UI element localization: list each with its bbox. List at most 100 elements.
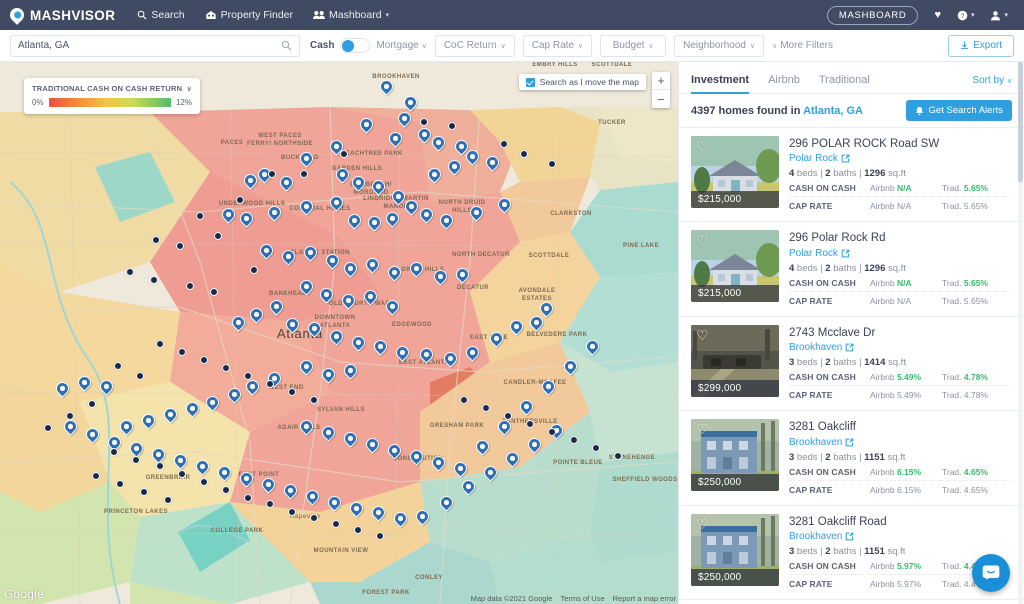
search-icon [138,10,147,20]
property-specs: 3 beds | 2 baths | 1151 sq.ft [789,451,906,463]
search-input[interactable] [18,40,281,51]
report-map-error-link[interactable]: Report a map error [613,594,676,603]
property-card[interactable]: ♡ $250,000 3281 Oakcliff Road Brookhaven 3 … [679,505,1024,600]
heart-icon: ♥ [934,9,941,21]
cap-rate-airbnb: Airbnb N/A [870,201,912,212]
nav-item-mashboard[interactable]: Mashboard ▾ [313,9,389,21]
chevron-down-icon: ▾ [970,12,975,19]
cash-on-cash-label: CASH ON CASH [789,372,856,383]
cap-rate-label: CAP RATE [789,484,833,495]
filter-neighborhood[interactable]: Neighborhood ∨ [674,34,765,57]
property-address[interactable]: 296 POLAR ROCK Road SW [789,137,1012,151]
cash-on-cash-traditional: Trad. 5.65% [942,277,988,288]
favorite-heart-icon[interactable]: ♡ [696,139,709,153]
property-info: 3281 Oakcliff Brookhaven 3 beds | 2 baths… [789,419,1012,497]
scrollbar-thumb[interactable] [1018,62,1023,182]
cash-on-cash-row: CASH ON CASH Airbnb 6.15% Trad. 4.65% [789,463,1012,481]
results-count-text: 4397 homes found in [691,104,801,117]
brand-logo[interactable]: MASHVISOR [7,4,116,25]
search-icon[interactable] [281,40,292,51]
results-scrollbar[interactable] [1018,62,1023,604]
map-canvas[interactable]: Atlanta Embry Hills Scottdale Brookhaven Tuc… [0,62,678,604]
map-base-layer [0,62,678,604]
help-menu[interactable]: ? ▾ [957,10,975,21]
results-location[interactable]: Atlanta, GA [803,105,863,117]
more-filters-label: More Filters [780,40,834,51]
tab-airbnb[interactable]: Airbnb [768,74,810,93]
property-address[interactable]: 3281 Oakcliff Road [789,515,1012,529]
property-neighborhood[interactable]: Polar Rock [789,248,1012,259]
cash-on-cash-airbnb: Airbnb 5.49% [870,372,922,383]
favorite-heart-icon[interactable]: ♡ [696,328,709,342]
nav-item-mashboard-label: Mashboard [329,9,382,21]
legend-gradient-bar [48,98,171,107]
cap-rate-row: CAP RATE Airbnb 6.15% Trad. 4.65% [789,481,1012,498]
property-card[interactable]: ♡ $250,000 3281 Oakcliff Brookhaven 3 beds … [679,411,1024,506]
zoom-in-button[interactable]: + [652,72,670,90]
tab-investment[interactable]: Investment [691,74,759,94]
nav-item-property-finder[interactable]: Property Finder [205,9,293,21]
property-thumbnail[interactable]: ♡ $250,000 [691,513,779,586]
property-neighborhood[interactable]: Polar Rock [789,153,1012,164]
property-card[interactable]: ♡3700 Austin WoodsKings Forest 4 beds | … [679,599,1024,604]
favorite-heart-icon[interactable]: ♡ [696,233,709,247]
toggle-knob [342,39,355,52]
property-neighborhood[interactable]: Brookhaven [789,531,1012,542]
chevron-down-icon: ▾ [1004,12,1008,19]
sort-by-dropdown[interactable]: Sort by ∨ [972,75,1012,93]
more-filters-button[interactable]: ∨ More Filters [772,40,833,51]
cash-on-cash-airbnb: Airbnb 5.97% [870,560,922,571]
chevron-down-icon[interactable]: ∨ [187,85,192,93]
property-card[interactable]: ♡ $215,000 296 Polar Rock Rd Polar Rock 4 b… [679,222,1024,317]
property-thumbnail[interactable]: ♡ $215,000 [691,230,779,303]
favorites-heart-icon[interactable]: ♥ [934,9,941,21]
property-thumbnail[interactable]: ♡ $299,000 [691,324,779,397]
terms-of-use-link[interactable]: Terms of Use [560,594,604,603]
nav-item-search[interactable]: Search [137,9,185,21]
property-thumbnail[interactable]: ♡ $215,000 [691,136,779,208]
map-legend[interactable]: TRADITIONAL CASH ON CASH RETURN ∨ 0% 12% [24,78,200,114]
chat-widget-button[interactable] [972,554,1010,592]
bell-icon [915,106,923,115]
cash-toggle[interactable] [340,38,371,53]
sort-by-label: Sort by [972,75,1005,86]
cash-on-cash-row: CASH ON CASH Airbnb N/A Trad. 5.65% [789,274,1012,292]
property-neighborhood[interactable]: Brookhaven [789,342,1012,353]
map-zoom-controls[interactable]: + − [652,72,670,108]
tab-traditional[interactable]: Traditional [819,74,880,93]
brand-name: MASHVISOR [30,7,116,23]
filter-cap-rate[interactable]: Cap Rate ∨ [522,34,593,57]
property-address[interactable]: 2743 Mcclave Dr [789,326,1012,340]
mashboard-icon [313,11,326,19]
property-card[interactable]: ♡ $299,000 2743 Mcclave Dr Brookhaven 3 bed… [679,316,1024,412]
download-icon [961,41,969,49]
property-thumbnail[interactable]: ♡ $250,000 [691,419,779,492]
cap-rate-airbnb: Airbnb 6.15% [870,484,922,495]
property-address[interactable]: 3281 Oakcliff [789,420,1012,434]
property-neighborhood[interactable]: Brookhaven [789,437,1012,448]
results-panel: Investment Airbnb Traditional Sort by ∨ … [678,62,1024,604]
filter-coc-return[interactable]: CoC Return ∨ [434,34,515,57]
cash-on-cash-row: CASH ON CASH Airbnb N/A Trad. 5.65% [789,179,1012,198]
zoom-out-button[interactable]: − [652,90,670,108]
favorite-heart-icon[interactable]: ♡ [696,422,709,436]
property-card[interactable]: ♡ $215,000 296 POLAR ROCK Road SW Polar Roc… [679,128,1024,223]
mortgage-dropdown[interactable]: Mortgage ∨ [376,40,426,51]
favorite-heart-icon[interactable]: ♡ [696,517,709,531]
cash-on-cash-label: CASH ON CASH [789,560,856,571]
cash-label: Cash [310,40,335,51]
map-data-credit: Map data ©2021 Google [470,594,553,603]
get-search-alerts-button[interactable]: Get Search Alerts [905,100,1012,121]
property-cards-list[interactable]: ♡ $215,000 296 POLAR ROCK Road SW Polar Roc… [679,128,1024,604]
location-search-box[interactable] [10,34,300,57]
app-root: MASHVISOR Search Property Finder Mashboa… [0,0,1024,604]
user-menu[interactable]: ▾ [990,10,1008,21]
property-address[interactable]: 296 Polar Rock Rd [789,231,1012,245]
mashboard-button[interactable]: MASHBOARD [826,5,919,25]
export-button[interactable]: Export [948,34,1014,57]
cap-rate-airbnb: Airbnb N/A [870,295,912,306]
filter-budget[interactable]: Budget ∨ [600,34,667,57]
external-link-icon [846,532,854,541]
search-as-move-checkbox[interactable] [525,77,535,87]
search-as-i-move-control[interactable]: Search as I move the map [518,74,646,90]
